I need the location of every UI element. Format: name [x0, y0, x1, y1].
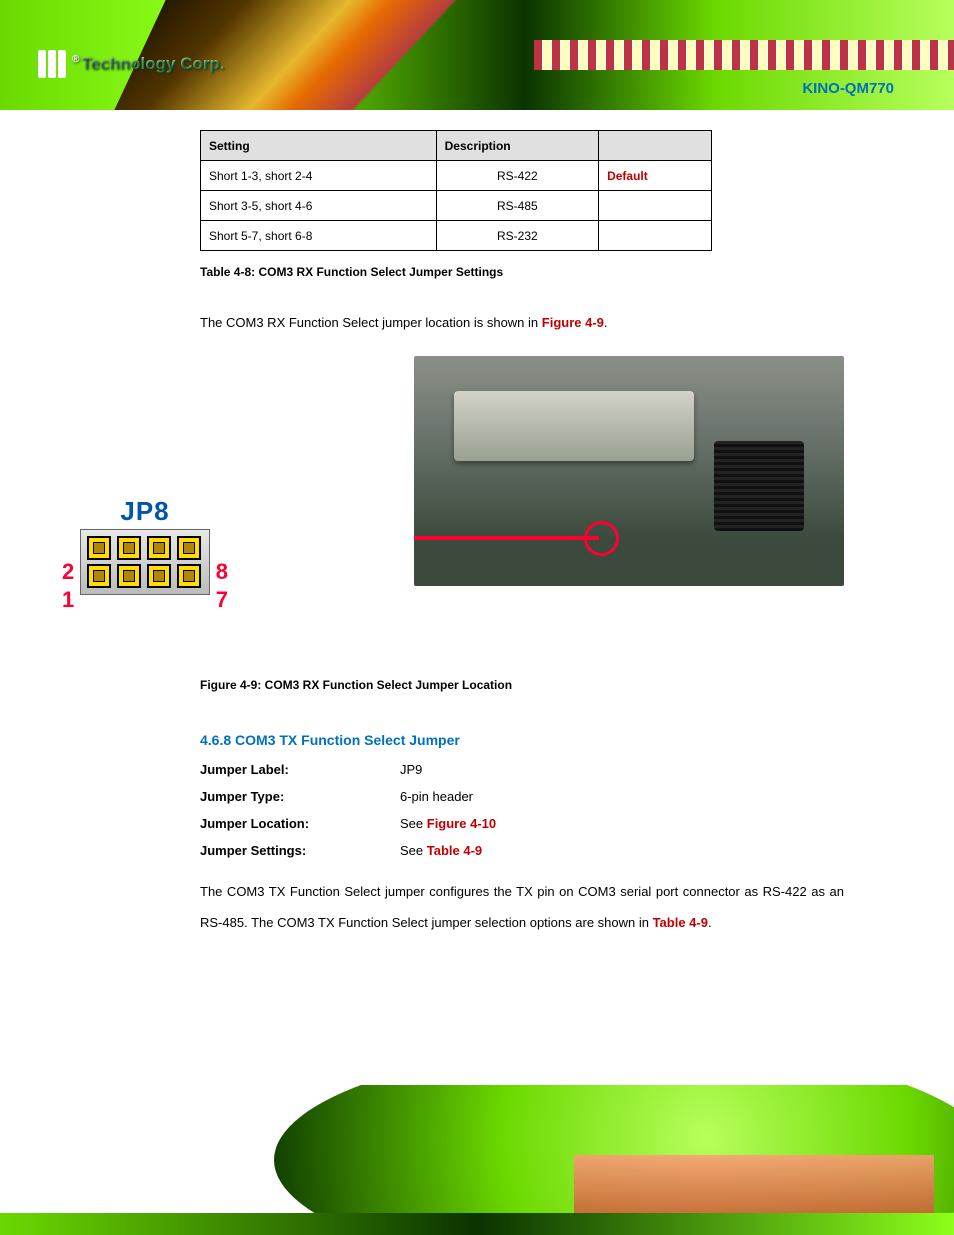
table-caption: Table 4-8: COM3 RX Function Select Jumpe… — [200, 265, 844, 279]
col-setting: Setting — [201, 131, 437, 161]
spec-see: See — [400, 816, 427, 831]
cell-desc: RS-422 — [436, 161, 598, 191]
pin-number: 7 — [216, 587, 228, 613]
spec-row-label: Jumper Label: JP9 — [200, 762, 844, 777]
cell-note — [599, 191, 712, 221]
spec-label: Jumper Type: — [200, 789, 400, 804]
paragraph-body: The COM3 TX Function Select jumper confi… — [200, 884, 844, 930]
spec-value: JP9 — [400, 762, 422, 777]
spec-see: See — [400, 843, 427, 858]
col-note — [599, 131, 712, 161]
cell-setting: Short 5-7, short 6-8 — [201, 221, 437, 251]
page-number: Page 72 — [35, 1168, 104, 1190]
spec-row-settings: Jumper Settings: See Table 4-9 — [200, 843, 844, 858]
figure-reference: Figure 4-9 — [542, 315, 604, 330]
spec-row-location: Jumper Location: See Figure 4-10 — [200, 816, 844, 831]
spec-value: 6-pin header — [400, 789, 473, 804]
intro-text: The COM3 RX Function Select jumper locat… — [200, 307, 844, 338]
cell-desc: RS-232 — [436, 221, 598, 251]
figure-caption: Figure 4-9: COM3 RX Function Select Jump… — [200, 678, 844, 692]
brand-logo: ®Technology Corp. — [38, 50, 225, 78]
col-description: Description — [436, 131, 598, 161]
table-reference: Table 4-9 — [653, 915, 708, 930]
motherboard-photo — [414, 356, 844, 586]
spec-row-type: Jumper Type: 6-pin header — [200, 789, 844, 804]
table-header-row: Setting Description — [201, 131, 712, 161]
footer-banner: Page 72 — [0, 1085, 954, 1235]
cell-setting: Short 3-5, short 4-6 — [201, 191, 437, 221]
jumper-spec-list: Jumper Label: JP9 Jumper Type: 6-pin hea… — [200, 762, 844, 858]
table-row: Short 1-3, short 2-4 RS-422 Default — [201, 161, 712, 191]
callout-arrow — [414, 536, 599, 540]
jumper-pins — [80, 529, 210, 595]
jumper-location-figure: JP8 2 1 8 7 — [200, 356, 844, 676]
footer-pcb-graphic — [574, 1155, 934, 1215]
pin-number: 2 — [62, 559, 74, 585]
jumper-label: JP8 — [80, 496, 210, 527]
jumper-diagram: JP8 2 1 8 7 — [80, 496, 210, 595]
iei-mark — [38, 50, 66, 78]
pin-number: 1 — [62, 587, 74, 613]
spec-label: Jumper Label: — [200, 762, 400, 777]
table-row: Short 5-7, short 6-8 RS-232 — [201, 221, 712, 251]
section-paragraph: The COM3 TX Function Select jumper confi… — [200, 876, 844, 938]
figure-reference: Figure 4-10 — [427, 816, 496, 831]
cell-note — [599, 221, 712, 251]
callout-circle — [584, 521, 619, 556]
section-heading: 4.6.8 COM3 TX Function Select Jumper — [200, 732, 844, 748]
table-reference: Table 4-9 — [427, 843, 482, 858]
pin-number: 8 — [216, 559, 228, 585]
cell-desc: RS-485 — [436, 191, 598, 221]
intro-text-body: The COM3 RX Function Select jumper locat… — [200, 315, 542, 330]
cell-note-default: Default — [599, 161, 712, 191]
cell-setting: Short 1-3, short 2-4 — [201, 161, 437, 191]
registered-mark: ® — [72, 54, 79, 65]
spec-label: Jumper Location: — [200, 816, 400, 831]
jumper-settings-table: Setting Description Short 1-3, short 2-4… — [200, 130, 712, 251]
brand-name: Technology Corp. — [81, 54, 224, 73]
spec-label: Jumper Settings: — [200, 843, 400, 858]
product-title: KINO-QM770 — [802, 80, 894, 97]
brand-text: ®Technology Corp. — [72, 54, 225, 74]
table-row: Short 3-5, short 4-6 RS-485 — [201, 191, 712, 221]
footer-edge — [0, 1213, 954, 1235]
